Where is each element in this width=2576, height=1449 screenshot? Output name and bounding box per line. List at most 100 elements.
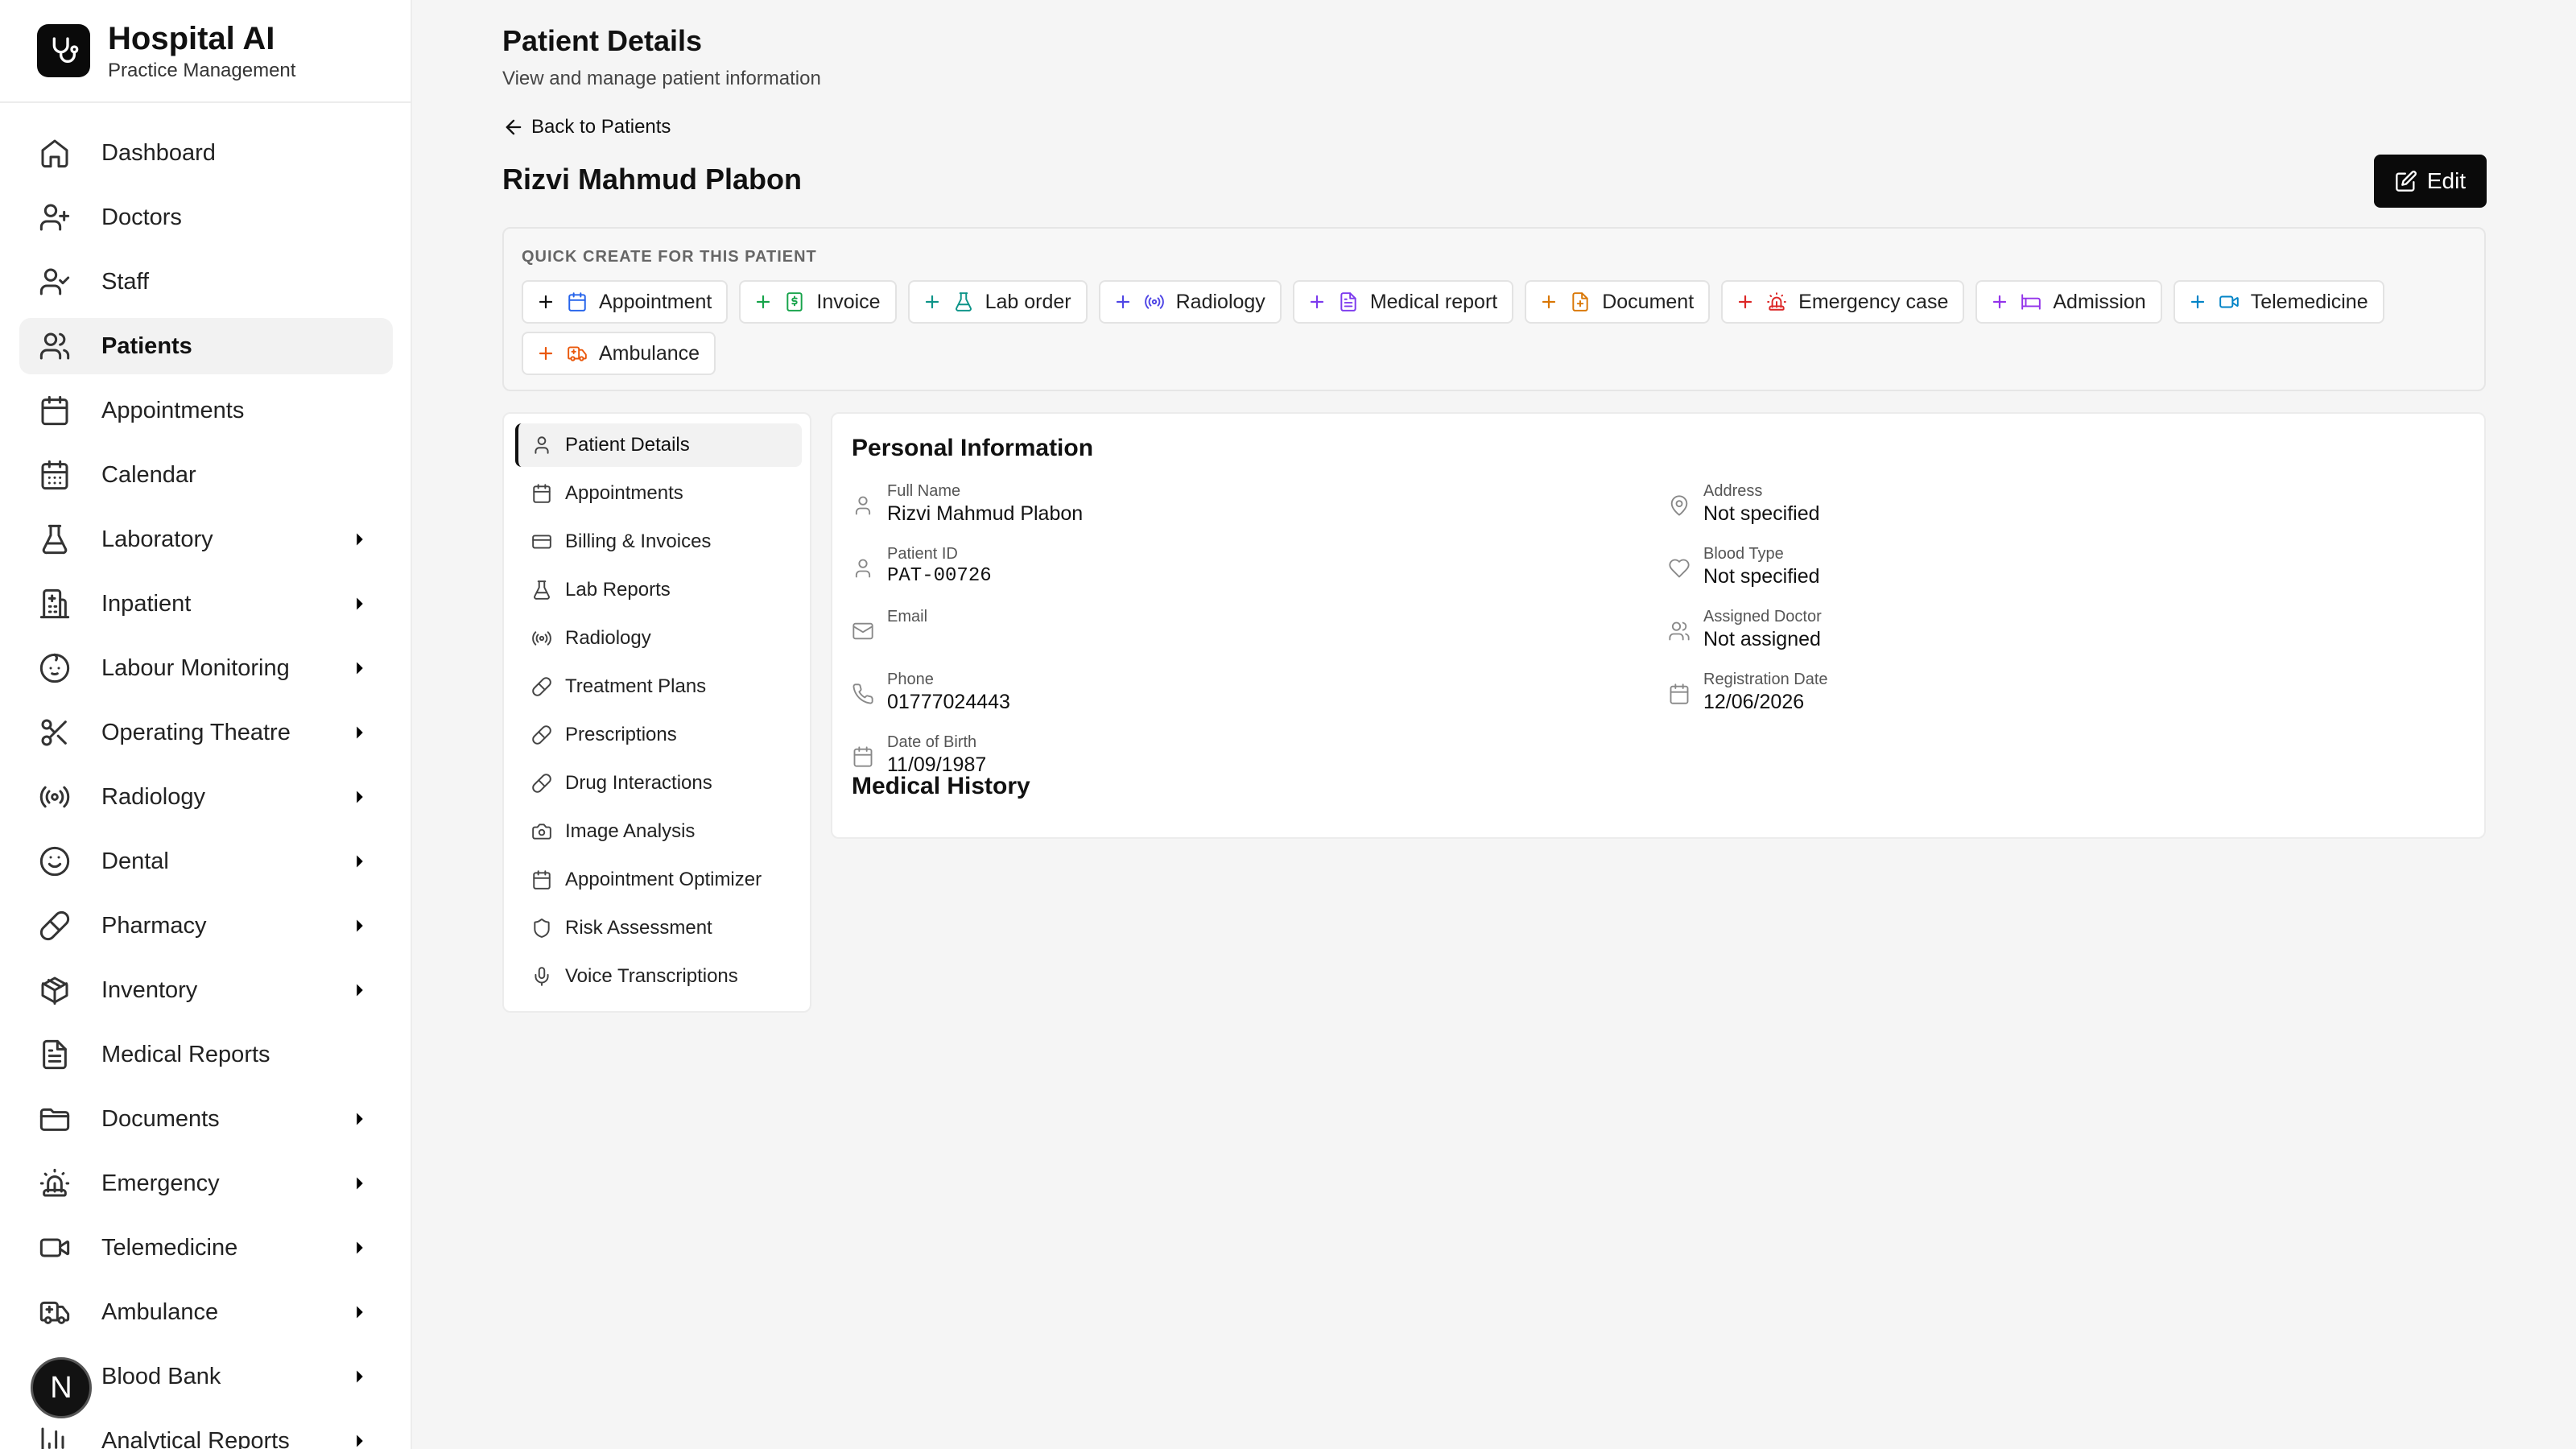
user-icon (852, 494, 874, 517)
flask-icon (531, 580, 552, 601)
plus-icon (1113, 292, 1133, 312)
quick-create-label: Invoice (816, 290, 881, 313)
sidebar-item-labour-monitoring[interactable]: Labour Monitoring (19, 640, 393, 696)
field-label: Date of Birth (887, 733, 977, 751)
quick-create-invoice-button[interactable]: Invoice (739, 280, 897, 324)
sidebar-item-ambulance[interactable]: Ambulance (19, 1284, 393, 1340)
field-value: Not assigned (1703, 628, 1821, 650)
sidebar-item-radiology[interactable]: Radiology (19, 769, 393, 825)
radio-icon (531, 628, 552, 649)
pill-icon (531, 773, 552, 794)
siren-icon (39, 1167, 71, 1199)
quick-create-telemedicine-button[interactable]: Telemedicine (2173, 280, 2384, 324)
plus-icon (1736, 292, 1755, 312)
radio-icon (39, 781, 71, 813)
sidebar-item-label: Inventory (101, 976, 198, 1003)
pill-icon (39, 910, 71, 942)
tab-billing-invoices[interactable]: Billing & Invoices (515, 520, 802, 564)
smile-icon (39, 845, 71, 877)
video-icon (2219, 291, 2240, 312)
tab-drug-interactions[interactable]: Drug Interactions (515, 762, 802, 805)
sidebar-item-doctors[interactable]: Doctors (19, 189, 393, 246)
chevron-right-icon (348, 1171, 372, 1195)
quick-create-admission-button[interactable]: Admission (1975, 280, 2162, 324)
user-icon (852, 557, 874, 580)
sidebar-item-inpatient[interactable]: Inpatient (19, 576, 393, 632)
sidebar-item-label: Appointments (101, 397, 245, 423)
patient-tabs-panel: Patient Details Appointments Billing & Inv… (502, 412, 811, 1013)
quick-create-emergency-case-button[interactable]: Emergency case (1721, 280, 1965, 324)
sidebar-item-label: Pharmacy (101, 912, 207, 939)
baby-icon (39, 652, 71, 684)
quick-create-radiology-button[interactable]: Radiology (1098, 280, 1282, 324)
tab-label: Image Analysis (565, 820, 696, 842)
field-value: PAT-00726 (887, 565, 992, 587)
tab-image-analysis[interactable]: Image Analysis (515, 810, 802, 853)
sidebar-item-medical-reports[interactable]: Medical Reports (19, 1026, 393, 1083)
calendar-icon (1668, 683, 1690, 705)
sidebar-item-label: Dental (101, 848, 169, 874)
chevron-right-icon (348, 914, 372, 938)
tab-prescriptions[interactable]: Prescriptions (515, 713, 802, 757)
file-text-icon (1338, 291, 1359, 312)
field-value: Not specified (1703, 565, 1820, 588)
sidebar-item-dashboard[interactable]: Dashboard (19, 125, 393, 181)
calendar-icon (531, 869, 552, 890)
avatar[interactable]: N (31, 1357, 92, 1418)
quick-create-appointment-button[interactable]: Appointment (522, 280, 729, 324)
chevron-right-icon (348, 785, 372, 809)
tab-voice-transcriptions[interactable]: Voice Transcriptions (515, 955, 802, 998)
sidebar-item-calendar[interactable]: Calendar (19, 447, 393, 503)
field-value: Rizvi Mahmud Plabon (887, 502, 1084, 525)
quick-create-ambulance-button[interactable]: Ambulance (522, 332, 716, 375)
tab-appointment-optimizer[interactable]: Appointment Optimizer (515, 858, 802, 902)
sidebar-item-emergency[interactable]: Emergency (19, 1155, 393, 1212)
quick-create-medical-report-button[interactable]: Medical report (1292, 280, 1514, 324)
field-full-name: Full Name Rizvi Mahmud Plabon (852, 481, 1083, 526)
chevron-right-icon (348, 527, 372, 551)
tab-label: Risk Assessment (565, 917, 712, 939)
page-title: Patient Details (502, 24, 703, 57)
sidebar-item-appointments[interactable]: Appointments (19, 382, 393, 439)
sidebar-item-label: Blood Bank (101, 1363, 221, 1389)
tab-radiology[interactable]: Radiology (515, 617, 802, 660)
quick-create-label: Appointment (599, 290, 712, 313)
sidebar-item-documents[interactable]: Documents (19, 1091, 393, 1147)
calendar-days-icon (39, 459, 71, 491)
plus-icon (536, 344, 555, 363)
edit-button[interactable]: Edit (2374, 155, 2487, 208)
users-icon (39, 330, 71, 362)
sidebar-item-analytical-reports[interactable]: Analytical Reports (19, 1413, 393, 1449)
sidebar: Hospital AI Practice Management Dashboar… (0, 0, 412, 1449)
tab-appointments[interactable]: Appointments (515, 472, 802, 515)
sidebar-item-laboratory[interactable]: Laboratory (19, 511, 393, 568)
back-link-label: Back to Patients (531, 116, 671, 138)
file-icon (1570, 291, 1591, 312)
tab-treatment-plans[interactable]: Treatment Plans (515, 665, 802, 708)
chevron-right-icon (348, 592, 372, 616)
quick-create-panel: QUICK CREATE FOR THIS PATIENT Appointmen… (502, 227, 2486, 391)
hospital-icon (39, 588, 71, 620)
sidebar-item-label: Operating Theatre (101, 719, 291, 745)
sidebar-item-telemedicine[interactable]: Telemedicine (19, 1220, 393, 1276)
quick-create-lab-order-button[interactable]: Lab order (907, 280, 1088, 324)
sidebar-item-pharmacy[interactable]: Pharmacy (19, 898, 393, 954)
sidebar-item-operating-theatre[interactable]: Operating Theatre (19, 704, 393, 761)
sidebar-item-label: Radiology (101, 783, 205, 810)
back-to-patients-link[interactable]: Back to Patients (502, 116, 671, 138)
sidebar-item-inventory[interactable]: Inventory (19, 962, 393, 1018)
sidebar-item-dental[interactable]: Dental (19, 833, 393, 890)
tab-patient-details[interactable]: Patient Details (515, 423, 802, 467)
package-icon (39, 974, 71, 1006)
personal-information-card: Personal Information Full Name Rizvi Mahm… (831, 412, 2486, 839)
personal-information-title: Personal Information (852, 435, 1094, 461)
sidebar-item-staff[interactable]: Staff (19, 254, 393, 310)
edit-icon (2395, 170, 2417, 192)
tab-risk-assessment[interactable]: Risk Assessment (515, 906, 802, 950)
field-phone: Phone 01777024443 (852, 670, 1010, 715)
tab-lab-reports[interactable]: Lab Reports (515, 568, 802, 612)
quick-create-document-button[interactable]: Document (1525, 280, 1711, 324)
sidebar-item-label: Telemedicine (101, 1234, 238, 1261)
tab-label: Drug Interactions (565, 772, 712, 794)
sidebar-item-patients[interactable]: Patients (19, 318, 393, 374)
